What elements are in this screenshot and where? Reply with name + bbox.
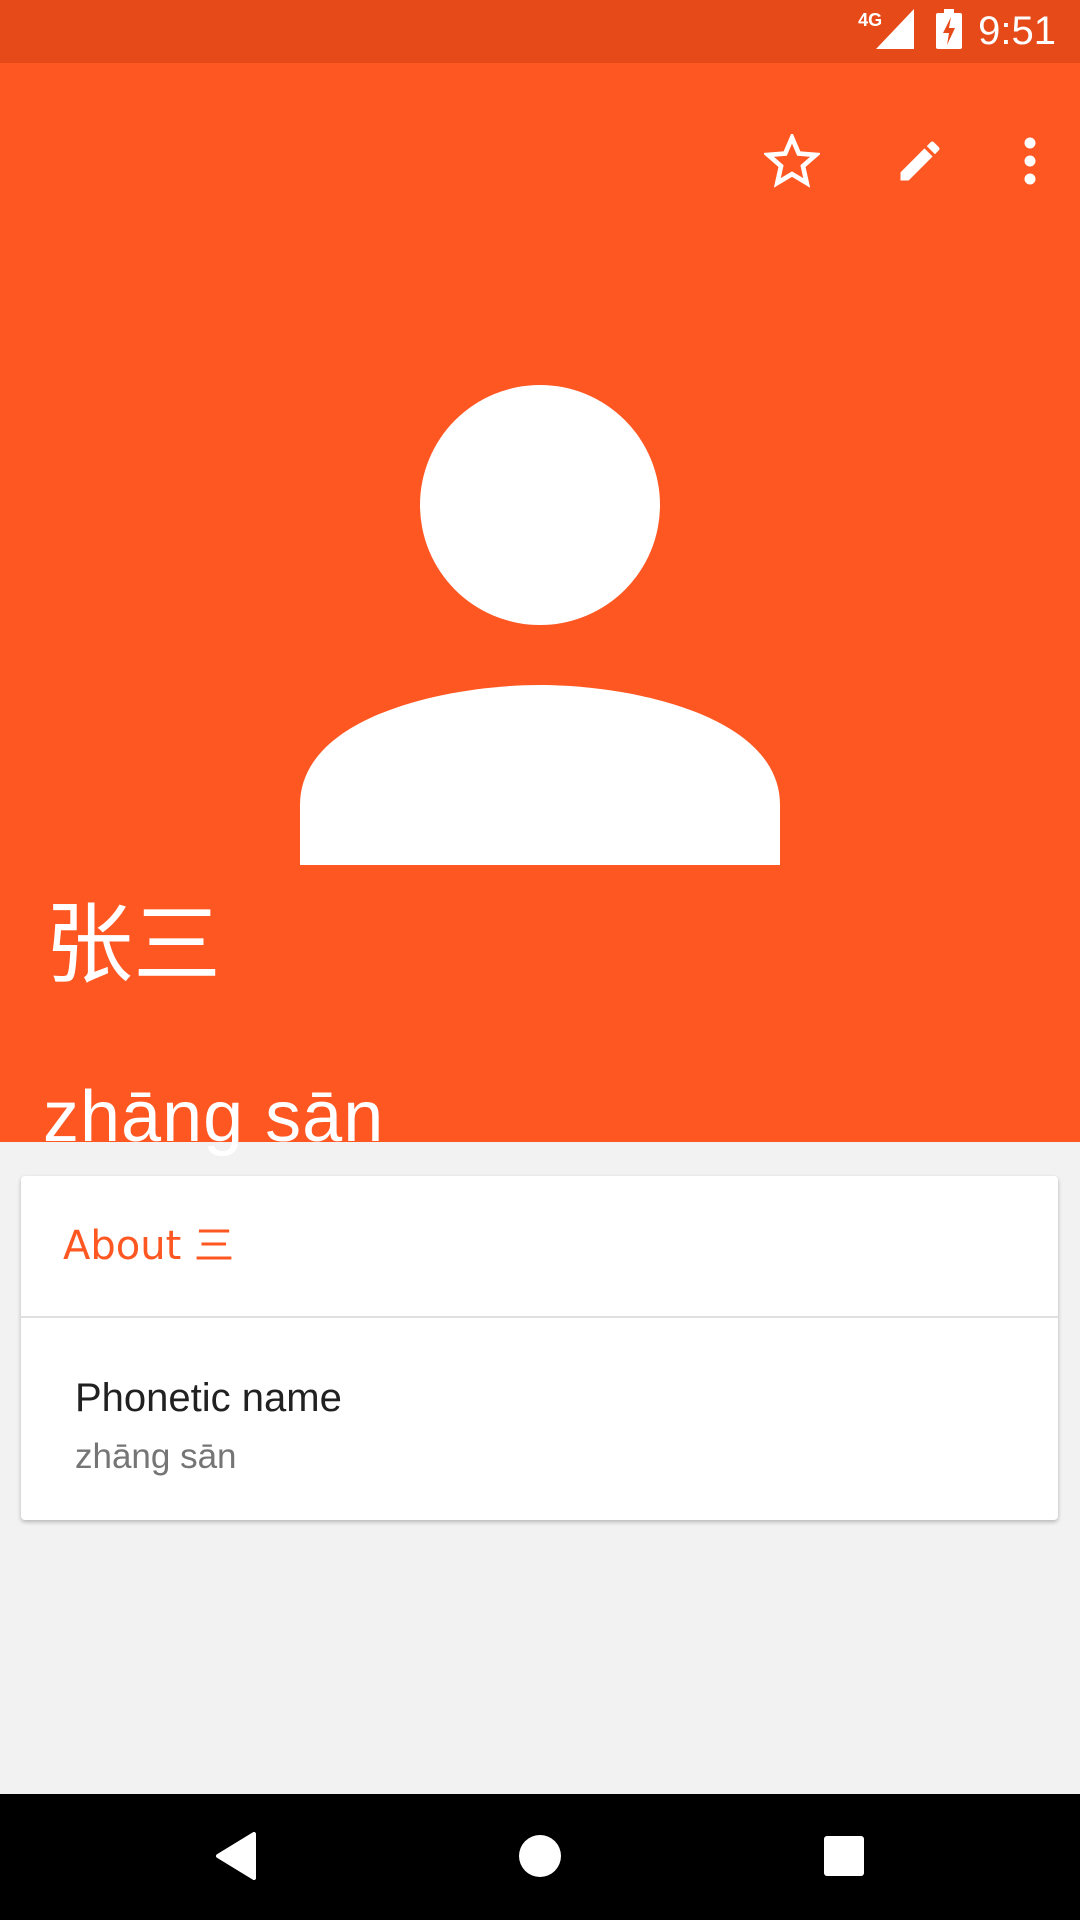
about-card: About 三 Phonetic name zhāng sān bbox=[21, 1176, 1058, 1520]
home-icon bbox=[518, 1834, 562, 1883]
battery-charging-icon bbox=[936, 9, 963, 54]
back-button[interactable] bbox=[204, 1826, 268, 1890]
card-divider bbox=[21, 1316, 1058, 1318]
more-vert-icon bbox=[1023, 137, 1037, 190]
edit-button[interactable] bbox=[860, 103, 980, 223]
edit-icon bbox=[894, 135, 946, 192]
clock: 9:51 bbox=[978, 9, 1056, 53]
back-icon bbox=[214, 1831, 258, 1885]
signal-icon bbox=[876, 9, 915, 54]
status-bar: 4G 9:51 bbox=[0, 0, 1080, 63]
recents-icon bbox=[824, 1835, 864, 1881]
more-options-button[interactable] bbox=[980, 103, 1080, 223]
person-icon bbox=[300, 385, 780, 869]
contact-phonetic-name: zhāng sān bbox=[43, 1077, 385, 1157]
favorite-button[interactable] bbox=[732, 103, 852, 223]
about-card-title: About 三 bbox=[63, 1223, 234, 1269]
contact-name: 张三 bbox=[45, 893, 222, 996]
star-icon bbox=[762, 131, 822, 193]
header-actions bbox=[732, 103, 1080, 223]
contact-avatar bbox=[300, 385, 780, 870]
field-value: zhāng sān bbox=[75, 1437, 237, 1476]
navigation-bar bbox=[0, 1794, 1080, 1920]
recents-button[interactable] bbox=[812, 1826, 876, 1890]
home-button[interactable] bbox=[508, 1826, 572, 1890]
field-label: Phonetic name bbox=[75, 1376, 342, 1420]
contact-header: 张三 zhāng sān bbox=[0, 63, 1080, 1153]
